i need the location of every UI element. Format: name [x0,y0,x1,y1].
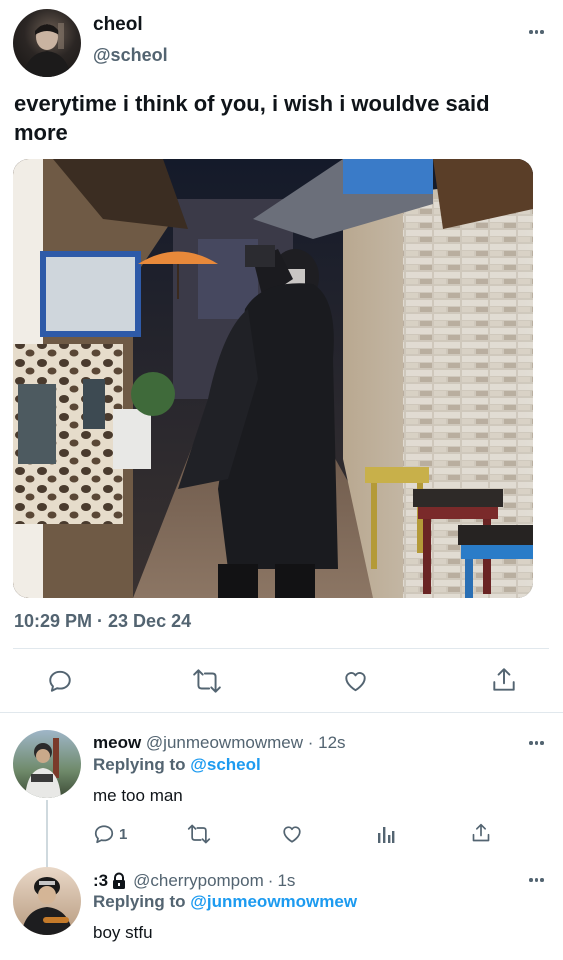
separator-dot: · [267,871,274,890]
reply-icon[interactable] [47,668,73,694]
reply1-avatar[interactable] [13,730,81,798]
tweet-text: everytime i think of you, i wish i would… [14,91,490,145]
more-icon[interactable] [529,878,544,882]
replying-label: Replying to [93,892,186,911]
author-name[interactable]: cheol [93,14,143,36]
thread-line [46,800,48,868]
like-icon[interactable] [342,668,369,694]
more-icon[interactable] [529,30,544,34]
author-avatar[interactable] [13,9,81,77]
reply2-text: boy stfu [93,923,153,942]
share-icon[interactable] [491,666,517,694]
reply2-name[interactable]: :3 [93,871,108,891]
reply2-time: 1s [277,871,296,890]
author-handle[interactable]: @scheol [93,45,168,66]
reply2-avatar[interactable] [13,867,81,935]
reply1-time: 12s [318,733,346,752]
replying-to-link[interactable]: @junmeowmowmew [190,892,357,911]
reply1-header: meow @junmeowmowmew · 12s [93,733,346,753]
more-icon[interactable] [529,741,544,745]
tweet-timestamp: 10:29 PM · 23 Dec 24 [14,611,192,631]
reply2-replying: Replying to @junmeowmowmew [93,892,357,912]
replying-to-link[interactable]: @scheol [190,755,260,774]
reply1-handle[interactable]: @junmeowmowmew [146,733,303,752]
reply-count: 1 [119,825,128,843]
reply-icon[interactable]: 1 [93,823,127,845]
reply1-replying: Replying to @scheol [93,755,261,775]
retweet-icon[interactable] [187,823,211,845]
lock-icon [111,872,127,890]
separator-dot: · [307,733,314,752]
reply2-header: :3 @cherrypompom · 1s [93,871,295,891]
divider [13,648,549,649]
replying-label: Replying to [93,755,186,774]
reply2-handle[interactable]: @cherrypompom [133,871,264,891]
like-icon[interactable] [281,823,303,845]
reply1-text: me too man [93,786,183,805]
divider [0,712,563,713]
share-icon[interactable] [471,822,491,844]
reply1-name[interactable]: meow [93,733,141,752]
retweet-icon[interactable] [192,668,222,694]
tweet-photo[interactable] [13,159,533,598]
analytics-icon[interactable] [376,823,396,845]
